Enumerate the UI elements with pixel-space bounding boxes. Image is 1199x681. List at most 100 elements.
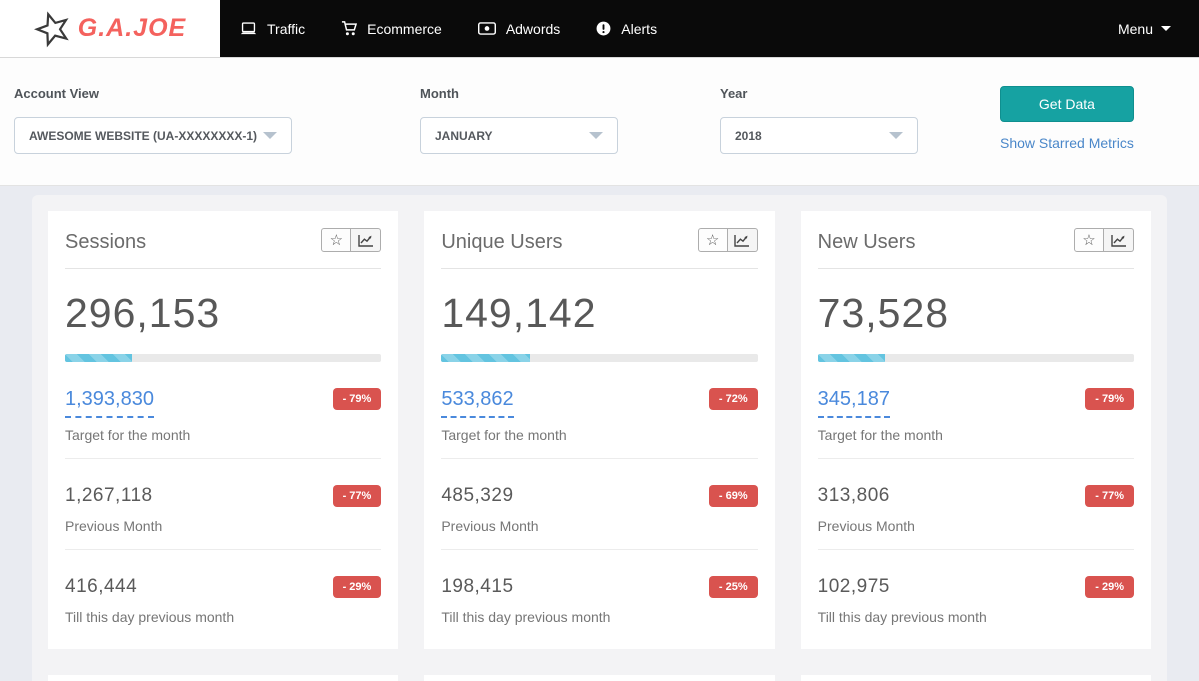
nav-item-label: Adwords [505,20,561,37]
chevron-down-icon [1161,26,1171,31]
till-day-badge: - 29% [1085,576,1134,598]
divider [65,458,382,459]
star-icon: ☆ [329,231,344,249]
brand-logo[interactable]: G.A.JOE [0,0,220,57]
star-button[interactable]: ☆ [321,228,352,252]
year-select[interactable]: 2018 [720,117,918,154]
till-day-value: 416,444 [65,576,138,597]
nav-item-traffic[interactable]: Traffic [240,21,305,37]
card-title: New Users [817,231,916,253]
till-day-section: 102,975 - 29% Till this day previous mon… [818,576,1134,625]
previous-month-value: 485,329 [441,485,514,506]
divider [817,458,1134,459]
year-label: Year [720,86,748,101]
chevron-down-icon [589,132,603,139]
nav-item-label: Ecommerce [367,20,442,37]
month-label: Month [420,86,459,101]
filter-bar: Account View AWESOME WEBSITE (UA-XXXXXXX… [0,58,1199,186]
top-navbar: G.A.JOE Traffic Ecommerce Adwords Alerts [0,0,1199,58]
target-section: 1,393,830 - 79% Target for the month [65,388,382,443]
target-section: 533,862 - 72% Target for the month [441,388,758,443]
divider [65,549,382,550]
shopping-cart-icon [341,21,358,36]
progress-bar [817,354,1134,362]
chart-button[interactable] [727,228,758,252]
divider [441,549,758,550]
account-view-label: Account View [14,86,100,101]
menu-dropdown[interactable]: Menu [1118,0,1199,57]
line-chart-icon [734,234,750,247]
money-bill-icon [477,22,496,35]
star-icon: ☆ [1082,231,1096,249]
nav-item-adwords[interactable]: Adwords [477,20,561,37]
line-chart-icon [358,234,373,247]
till-day-value: 198,415 [441,576,514,597]
month-value: JANUARY [435,128,493,143]
star-button[interactable]: ☆ [1074,228,1104,252]
card-actions: ☆ [697,228,758,252]
divider [817,549,1134,550]
metric-card-unique-page-views: Unique Page Views ☆ [48,675,399,681]
star-logo-icon [33,10,72,48]
previous-month-caption: Previous Month [65,518,163,534]
progress-bar [65,354,382,362]
target-badge: - 79% [1085,388,1134,410]
nav-item-ecommerce[interactable]: Ecommerce [341,21,442,37]
target-value-link[interactable]: 533,862 [441,388,514,418]
account-view-select[interactable]: AWESOME WEBSITE (UA-XXXXXXXX-1) [14,117,292,154]
target-caption: Target for the month [441,427,567,443]
till-day-caption: Till this day previous month [817,609,987,625]
metric-card-new-users: New Users ☆ 73,528 345,187 - 79% Target … [800,211,1151,649]
chart-button[interactable] [1104,228,1134,252]
metric-cards-row-1: Sessions ☆ 296,153 1,393,830 - 79% Targe… [48,211,1151,649]
till-day-section: 198,415 - 25% Till this day previous mon… [441,576,758,625]
get-data-button[interactable]: Get Data [1000,86,1134,122]
nav-item-label: Traffic [267,20,306,37]
progress-fill [817,354,886,362]
metric-card-unique-users: Unique Users ☆ 149,142 533,862 - 72% Tar… [424,211,775,649]
star-icon: ☆ [705,231,720,249]
till-day-badge: - 29% [332,576,382,598]
star-button[interactable]: ☆ [697,228,728,252]
account-view-value: AWESOME WEBSITE (UA-XXXXXXXX-1) [29,128,258,143]
chart-button[interactable] [351,228,382,252]
dashboard-panel: Sessions ☆ 296,153 1,393,830 - 79% Targe… [32,195,1167,681]
chevron-down-icon [889,132,903,139]
target-section: 345,187 - 79% Target for the month [817,388,1134,443]
previous-month-badge: - 69% [708,485,758,507]
previous-month-value: 1,267,118 [65,485,153,506]
till-day-badge: - 25% [708,576,758,598]
target-badge: - 79% [332,388,382,410]
target-caption: Target for the month [65,427,191,443]
till-day-caption: Till this day previous month [65,609,235,625]
metric-card-avg-session-duration: Avg Session Duration ☆ [800,675,1151,681]
divider [65,268,382,269]
till-day-caption: Till this day previous month [441,609,611,625]
brand-name: G.A.JOE [77,14,187,42]
target-value-link[interactable]: 345,187 [817,388,890,418]
previous-month-caption: Previous Month [817,518,915,534]
card-title: Sessions [65,231,147,253]
metric-card-sessions: Sessions ☆ 296,153 1,393,830 - 79% Targe… [48,211,399,649]
year-value: 2018 [735,128,762,143]
laptop-icon [240,21,257,36]
month-select[interactable]: JANUARY [420,117,618,154]
divider [441,458,758,459]
till-day-section: 416,444 - 29% Till this day previous mon… [65,576,382,625]
main-nav: Traffic Ecommerce Adwords Alerts [220,0,1118,57]
previous-month-caption: Previous Month [441,518,539,534]
exclamation-circle-icon [596,21,611,36]
till-day-value: 102,975 [817,576,890,597]
metric-value: 73,528 [817,290,950,336]
card-actions: ☆ [1074,228,1134,252]
nav-item-alerts[interactable]: Alerts [596,21,657,37]
previous-month-badge: - 77% [1085,485,1134,507]
show-starred-metrics-link[interactable]: Show Starred Metrics [1000,135,1134,151]
progress-fill [441,354,530,362]
card-actions: ☆ [321,228,382,252]
target-badge: - 72% [708,388,758,410]
target-value-link[interactable]: 1,393,830 [65,388,154,418]
chevron-down-icon [263,132,277,139]
target-caption: Target for the month [817,427,943,443]
previous-month-section: 485,329 - 69% Previous Month [441,485,758,534]
